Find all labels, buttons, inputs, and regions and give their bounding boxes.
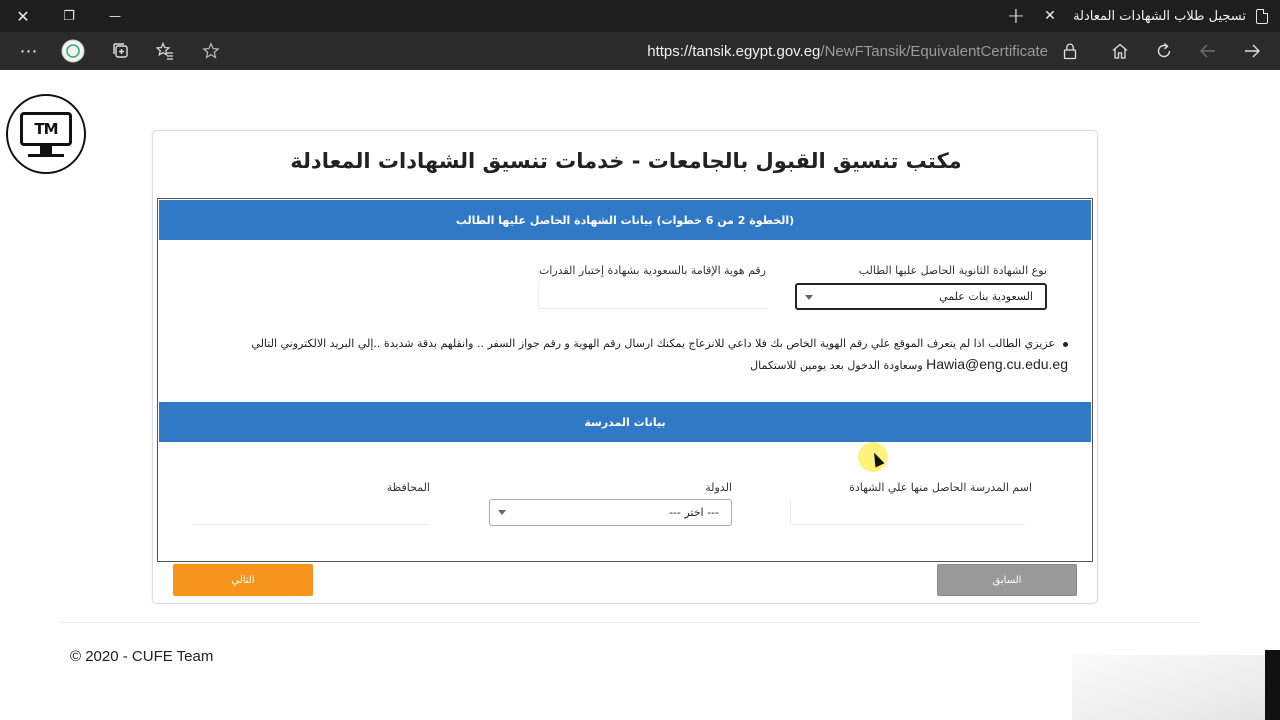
- back-icon[interactable]: [1191, 32, 1225, 70]
- notice-email[interactable]: Hawia@eng.cu.edu.eg: [926, 356, 1068, 372]
- address-bar-url[interactable]: https://tansik.egypt.gov.eg/NewFTansik/E…: [560, 32, 1048, 70]
- new-tab-button[interactable]: +: [1004, 0, 1028, 32]
- id-notice: عزيزي الطالب اذا لم يتعرف الموقع علي رقم…: [246, 334, 1068, 376]
- footer-copyright: © 2020 - CUFE Team: [70, 648, 214, 665]
- notice-tail: وسعاودة الدخول بعد يومين للاستكمال: [750, 359, 923, 372]
- logo-monitor: TM: [20, 112, 72, 146]
- window-close-icon[interactable]: ✕: [0, 0, 46, 32]
- bullet-icon: [1063, 341, 1068, 347]
- collections-icon[interactable]: [104, 32, 138, 70]
- country-select[interactable]: --- اختر ---: [489, 499, 732, 526]
- school-name-label: اسم المدرسة الحاصل منها علي الشهادة: [849, 481, 1032, 494]
- logo-base: [28, 154, 64, 157]
- url-host: https://tansik.egypt.gov.eg: [647, 42, 821, 60]
- site-logo[interactable]: TM: [6, 94, 86, 174]
- window-minimize-icon[interactable]: —: [92, 0, 138, 32]
- school-name-input[interactable]: [790, 499, 1025, 525]
- window-restore-icon[interactable]: ❐: [46, 0, 92, 32]
- certificate-type-label: نوع الشهادة الثانوية الحاصل عليها الطالب: [858, 264, 1047, 277]
- browser-tab-bar: ✕ ❐ — + ✕ تسجيل طلاب الشهادات المعادلة: [0, 0, 1280, 32]
- favorite-star-icon[interactable]: [194, 32, 228, 70]
- screen-edge: [1265, 650, 1280, 720]
- more-icon[interactable]: ⋯: [12, 32, 46, 70]
- page-content: TM مكتب تنسيق القبول بالجامعات - خدمات ت…: [0, 70, 1280, 720]
- step-header: (الخطوة 2 من 6 خطوات) بيانات الشهادة الح…: [159, 200, 1091, 240]
- governorate-input[interactable]: [194, 499, 429, 525]
- home-icon[interactable]: [1103, 32, 1137, 70]
- url-path: /NewFTansik/EquivalentCertificate: [820, 42, 1048, 60]
- browser-toolbar: ⋯ https://tansik.egypt.gov.eg/NewFTansik…: [0, 32, 1280, 70]
- certificate-type-value: السعودية بنات علمي: [939, 290, 1033, 303]
- profile-icon[interactable]: [56, 32, 90, 70]
- governorate-label: المحافظة: [386, 481, 430, 494]
- favorites-list-icon[interactable]: [148, 32, 182, 70]
- logo-stand: [40, 146, 52, 154]
- tab-close-icon[interactable]: ✕: [1038, 0, 1062, 32]
- form-panel: (الخطوة 2 من 6 خطوات) بيانات الشهادة الح…: [157, 198, 1093, 562]
- previous-button[interactable]: السابق: [937, 564, 1077, 596]
- country-label: الدولة: [705, 481, 732, 494]
- browser-tab[interactable]: تسجيل طلاب الشهادات المعادلة: [1066, 0, 1280, 32]
- notice-text: عزيزي الطالب اذا لم يتعرف الموقع علي رقم…: [251, 337, 1055, 350]
- next-button[interactable]: التالي: [173, 564, 313, 596]
- chevron-down-icon: [805, 295, 813, 300]
- lock-icon[interactable]: [1053, 32, 1087, 70]
- residence-id-input[interactable]: [538, 283, 768, 309]
- certificate-type-select[interactable]: السعودية بنات علمي: [795, 283, 1047, 310]
- footer-divider: [60, 622, 1200, 623]
- page-title: مكتب تنسيق القبول بالجامعات - خدمات تنسي…: [290, 149, 962, 173]
- tab-title: تسجيل طلاب الشهادات المعادلة: [1073, 8, 1246, 24]
- residence-id-label: رقم هوية الإقامة بالسعودية بشهادة إختبار…: [538, 264, 766, 277]
- forward-icon[interactable]: [1235, 32, 1269, 70]
- chevron-down-icon: [498, 510, 506, 515]
- school-header: بيانات المدرسة: [159, 402, 1091, 442]
- country-value: --- اختر ---: [668, 506, 719, 519]
- screen-glare: [1072, 655, 1280, 720]
- document-icon: [1256, 8, 1268, 24]
- refresh-icon[interactable]: [1147, 32, 1181, 70]
